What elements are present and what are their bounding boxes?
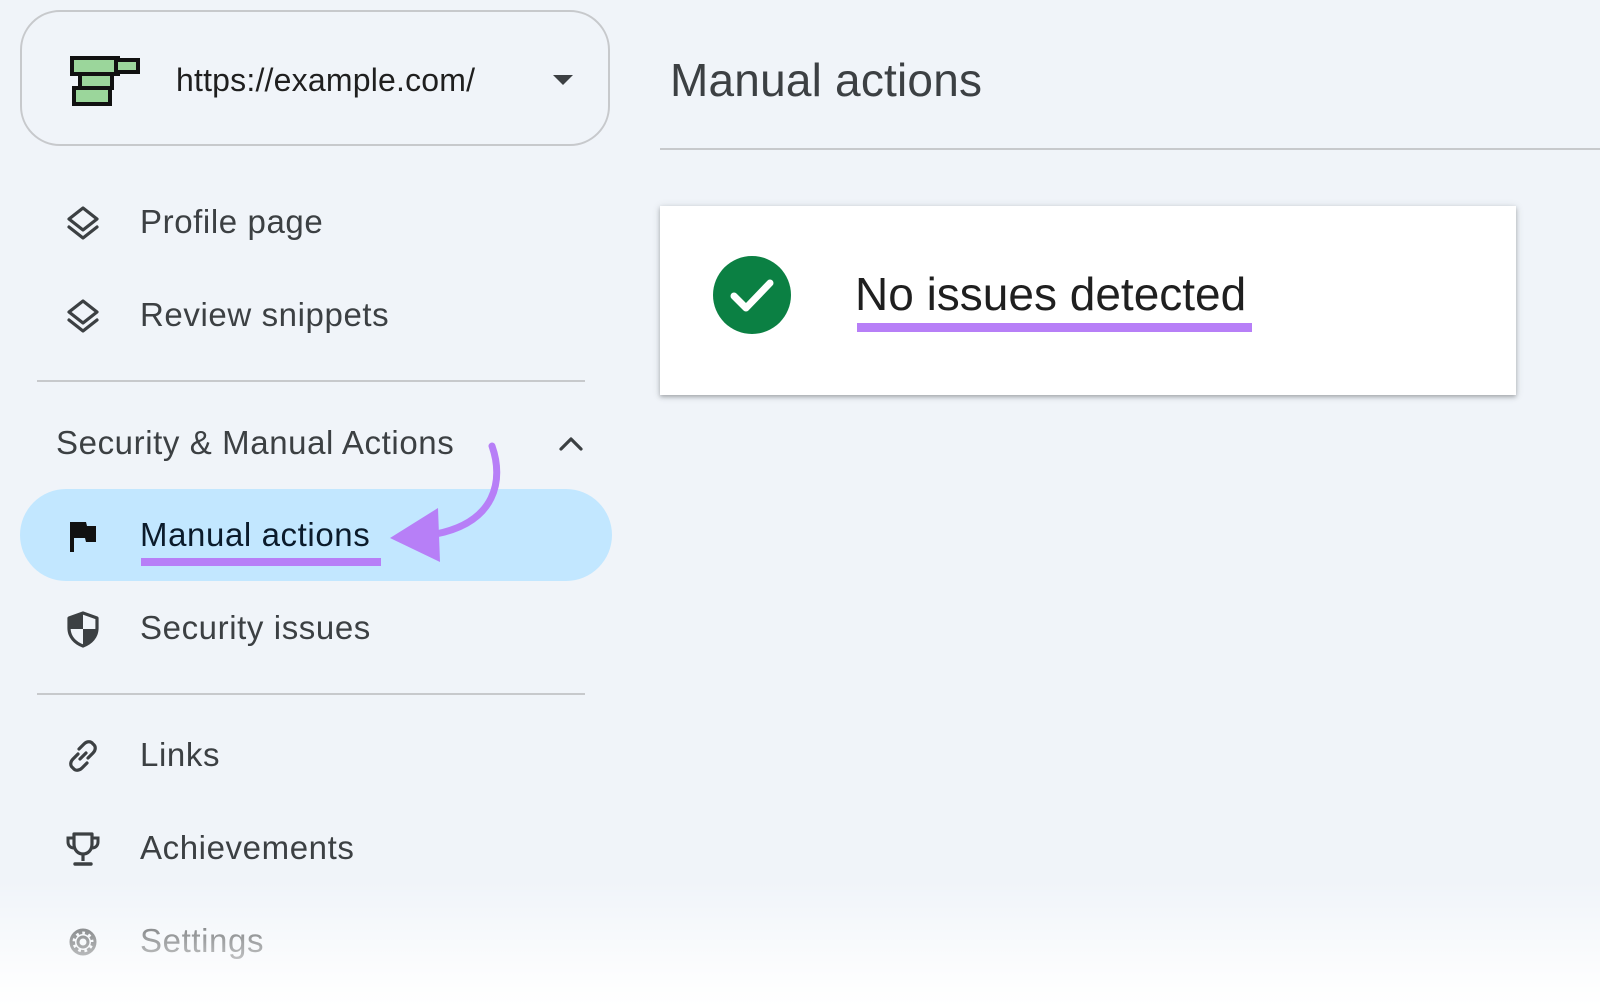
caret-down-icon[interactable] [550, 72, 576, 88]
sidebar-item-review-snippets[interactable]: Review snippets [20, 269, 612, 361]
sidebar-item-label: Review snippets [140, 296, 390, 333]
property-url: https://example.com/ [176, 62, 476, 98]
gear-icon [69, 928, 97, 956]
layers-icon [67, 206, 99, 240]
layers-icon [67, 299, 99, 333]
sidebar-item-label: Profile page [140, 203, 324, 240]
page-title: Manual actions [670, 54, 983, 106]
sidebar-divider [37, 693, 585, 695]
sidebar-item-achievements[interactable]: Achievements [20, 802, 612, 894]
title-divider [660, 148, 1600, 150]
sidebar-item-label: Manual actions [140, 516, 371, 553]
chevron-up-icon[interactable] [558, 434, 584, 452]
annotation-underline [857, 323, 1252, 332]
trophy-icon [66, 832, 100, 866]
check-circle-icon [713, 256, 791, 334]
section-security-manual-actions[interactable]: Security & Manual Actions [56, 420, 596, 466]
flag-icon [70, 522, 96, 552]
property-logo-icon [70, 56, 140, 106]
sidebar-item-manual-actions[interactable]: Manual actions [20, 489, 612, 581]
sidebar-item-label: Security issues [140, 609, 371, 646]
sidebar-item-profile-page[interactable]: Profile page [20, 176, 612, 268]
status-card: No issues detected [660, 206, 1516, 395]
sidebar-item-label: Settings [140, 922, 265, 959]
shield-icon [67, 611, 99, 648]
sidebar-item-label: Links [140, 736, 221, 773]
link-icon [69, 740, 97, 772]
status-message: No issues detected [855, 268, 1247, 320]
sidebar-item-settings[interactable]: Settings [20, 895, 612, 987]
property-selector[interactable]: https://example.com/ [20, 10, 610, 146]
section-label: Security & Manual Actions [56, 424, 455, 461]
sidebar-item-links[interactable]: Links [20, 709, 612, 801]
annotation-underline [141, 558, 381, 566]
sidebar-item-security-issues[interactable]: Security issues [20, 582, 612, 674]
sidebar-divider [37, 380, 585, 382]
sidebar-item-label: Achievements [140, 829, 355, 866]
